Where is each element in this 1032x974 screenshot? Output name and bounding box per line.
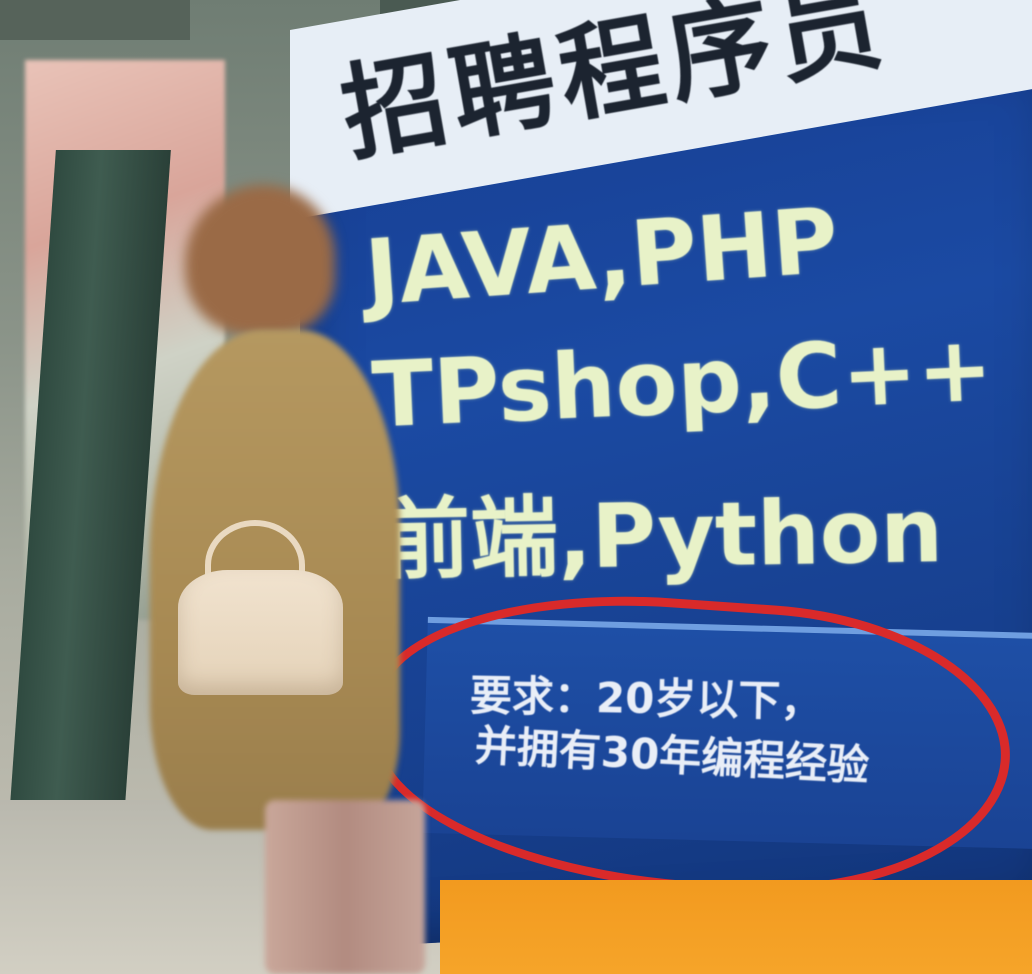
street-photo: 招聘程序员 JAVA,PHP TPshop,C++ 前端,Python 要求：2…	[0, 0, 1032, 974]
woman-legs	[265, 800, 425, 974]
awning	[0, 0, 190, 40]
woman-hair	[185, 185, 335, 335]
languages-line-3: 前端,Python	[381, 479, 944, 592]
orange-ground	[440, 880, 1032, 974]
handbag	[178, 570, 343, 695]
